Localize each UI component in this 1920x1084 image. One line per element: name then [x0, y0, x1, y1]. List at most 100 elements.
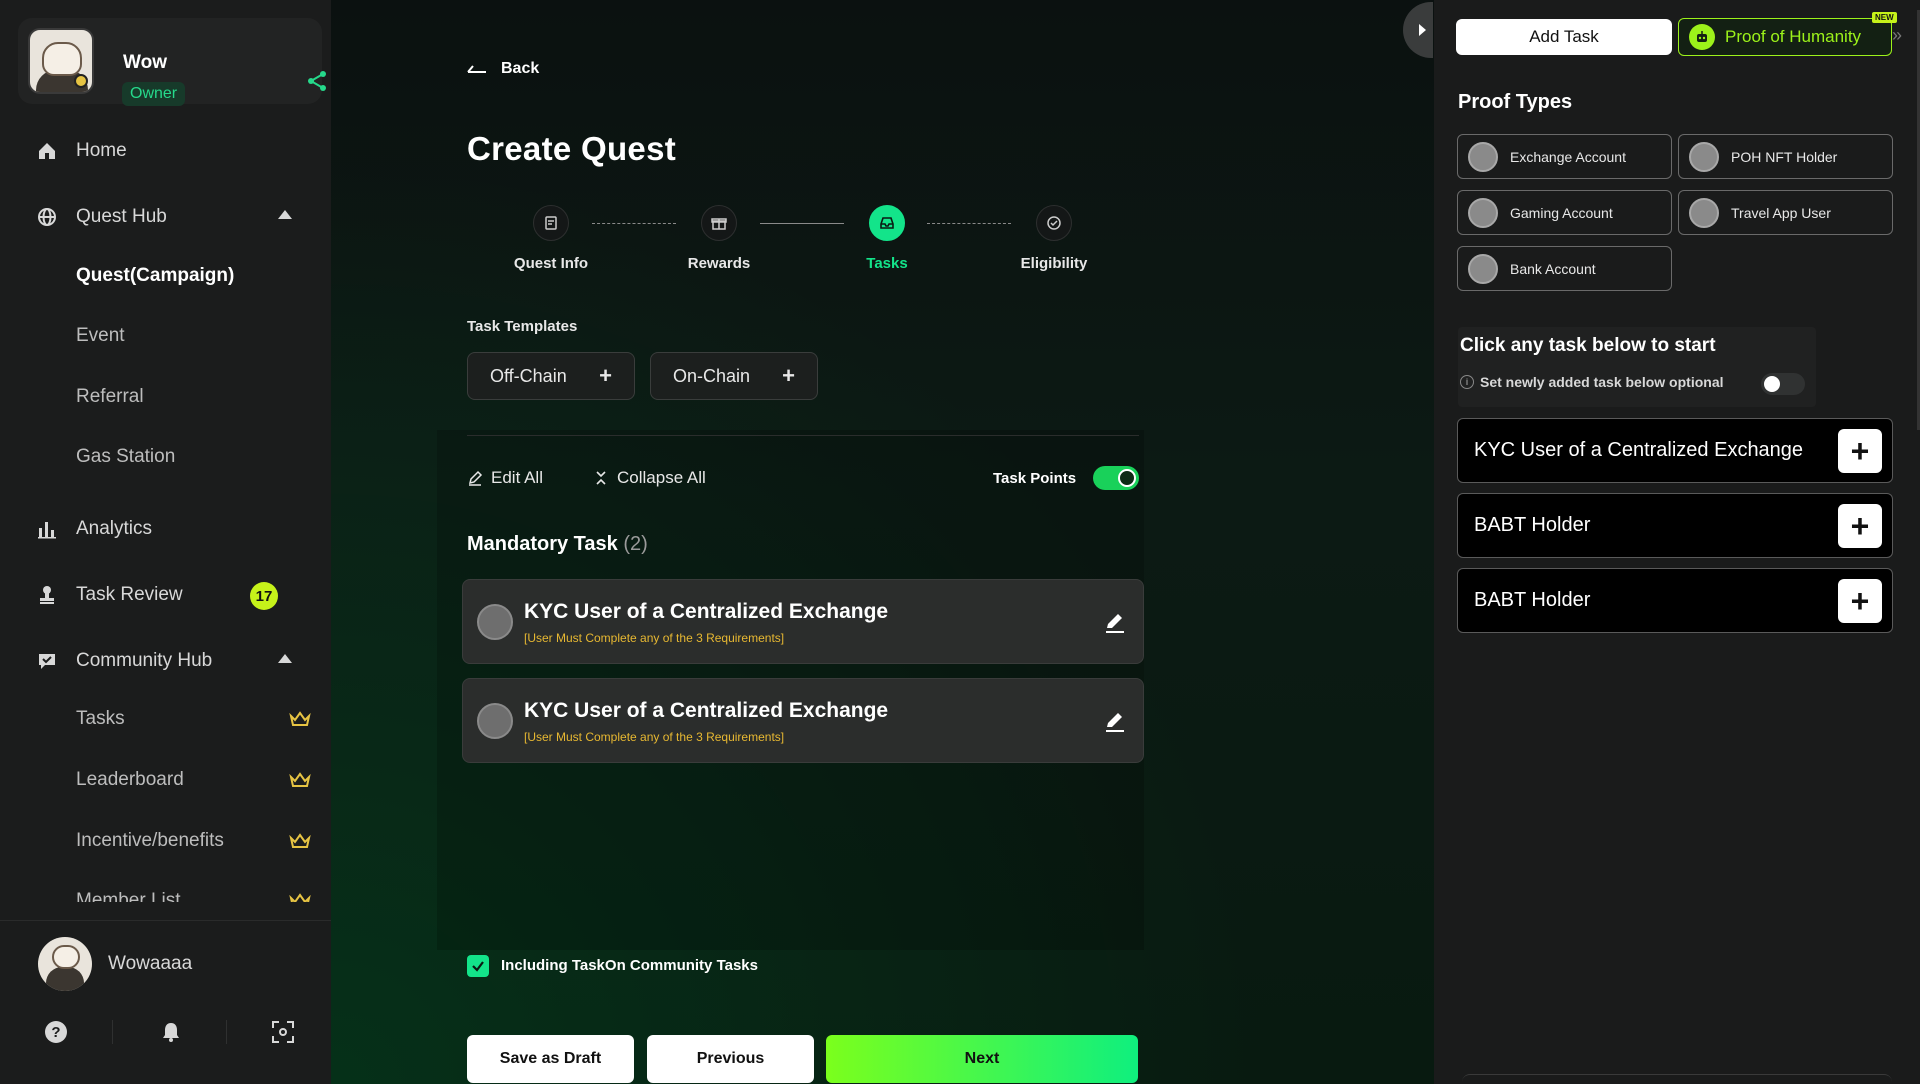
- pencil-icon[interactable]: [1103, 709, 1127, 733]
- task-templates-label: Task Templates: [467, 318, 578, 335]
- nav-event[interactable]: Event: [76, 325, 125, 347]
- tab-proof-of-humanity[interactable]: Proof of Humanity: [1678, 18, 1892, 56]
- proof-type-label: Gaming Account: [1510, 204, 1613, 221]
- plus-icon[interactable]: +: [1838, 504, 1882, 548]
- on-chain-button[interactable]: On-Chain +: [650, 352, 818, 400]
- share-icon[interactable]: [306, 70, 328, 92]
- proof-type-label: Bank Account: [1510, 260, 1596, 277]
- chevron-up-icon[interactable]: [278, 210, 292, 219]
- step-label: Tasks: [866, 255, 908, 272]
- nav-community-hub[interactable]: Community Hub: [36, 650, 212, 672]
- nav-quest-campaign[interactable]: Quest(Campaign): [76, 265, 234, 287]
- plus-icon[interactable]: +: [1838, 429, 1882, 473]
- task-card[interactable]: KYC User of a Centralized Exchange [User…: [462, 579, 1144, 664]
- task-option-card[interactable]: BABT Holder +: [1457, 568, 1893, 633]
- chevron-up-icon[interactable]: [278, 654, 292, 663]
- optional-label: Set newly added task below optional: [1480, 374, 1724, 390]
- task-radio[interactable]: [477, 703, 513, 739]
- sidebar-divider: [0, 920, 331, 921]
- page-title: Create Quest: [467, 130, 677, 167]
- nav-quest-hub-label: Quest Hub: [76, 206, 167, 227]
- nav-incentive[interactable]: Incentive/benefits: [76, 830, 224, 852]
- collapse-all-button[interactable]: Collapse All: [593, 468, 706, 488]
- include-community-label: Including TaskOn Community Tasks: [501, 957, 758, 974]
- user-name: Wowaaaa: [108, 953, 193, 974]
- step-tasks[interactable]: Tasks: [827, 205, 947, 272]
- divider: [467, 435, 1139, 436]
- save-draft-button[interactable]: Save as Draft: [467, 1035, 634, 1083]
- proof-type-chip[interactable]: Gaming Account: [1457, 190, 1672, 235]
- double-chevron-right-icon[interactable]: »: [1892, 25, 1902, 46]
- step-quest-info[interactable]: Quest Info: [491, 205, 611, 272]
- proof-type-label: POH NFT Holder: [1731, 148, 1838, 165]
- nav-gas-station[interactable]: Gas Station: [76, 446, 175, 468]
- off-chain-label: Off-Chain: [490, 365, 567, 386]
- document-icon: [533, 205, 569, 241]
- nav-quest-hub[interactable]: Quest Hub: [36, 206, 167, 228]
- nav-analytics-label: Analytics: [76, 518, 153, 539]
- robot-icon: [1689, 24, 1715, 50]
- proof-types-title: Proof Types: [1458, 91, 1573, 113]
- back-link[interactable]: Back: [467, 60, 539, 78]
- step-eligibility[interactable]: Eligibility: [994, 205, 1114, 272]
- step-label: Quest Info: [513, 255, 589, 272]
- task-radio[interactable]: [477, 604, 513, 640]
- bar-chart-icon: [36, 518, 58, 540]
- profile-card[interactable]: Wow Owner: [18, 18, 326, 106]
- collapse-icon: [596, 471, 606, 485]
- member-list-clip: Member List: [0, 888, 331, 902]
- crown-icon: [289, 711, 311, 726]
- off-chain-button[interactable]: Off-Chain +: [467, 352, 635, 400]
- include-community-checkbox[interactable]: [467, 955, 489, 977]
- scan-icon[interactable]: [271, 1020, 295, 1044]
- tab-add-task[interactable]: Add Task: [1456, 19, 1672, 55]
- proof-type-label: Exchange Account: [1510, 148, 1626, 165]
- task-subtitle: [User Must Complete any of the 3 Require…: [524, 730, 785, 744]
- plus-icon[interactable]: +: [1838, 579, 1882, 623]
- nav-member-list[interactable]: Member List: [76, 890, 181, 902]
- proof-type-chip[interactable]: Travel App User: [1678, 190, 1893, 235]
- edit-all-button[interactable]: Edit All: [467, 468, 543, 488]
- previous-button[interactable]: Previous: [647, 1035, 814, 1083]
- role-badge: Owner: [122, 82, 186, 106]
- nav-task-review[interactable]: Task Review: [36, 584, 183, 606]
- next-button[interactable]: Next: [826, 1035, 1138, 1083]
- task-points-label: Task Points: [993, 470, 1077, 487]
- mandatory-title-text: Mandatory Task: [467, 533, 618, 555]
- proof-type-chip[interactable]: Exchange Account: [1457, 134, 1672, 179]
- info-icon: i: [1460, 375, 1474, 389]
- proof-type-chip[interactable]: POH NFT Holder: [1678, 134, 1893, 179]
- panel-footer-edge: [1462, 1074, 1892, 1084]
- radio-icon: [1468, 141, 1498, 172]
- nav-task-review-label: Task Review: [76, 584, 183, 605]
- poh-label: Proof of Humanity: [1725, 27, 1862, 46]
- user-avatar[interactable]: [38, 937, 92, 991]
- bell-icon[interactable]: [159, 1020, 183, 1044]
- globe-icon: [36, 206, 58, 228]
- crown-icon: [289, 833, 311, 848]
- task-card[interactable]: KYC User of a Centralized Exchange [User…: [462, 678, 1144, 763]
- plus-icon: +: [782, 363, 795, 388]
- divider: [226, 1020, 227, 1044]
- on-chain-label: On-Chain: [673, 365, 751, 386]
- nav-leaderboard[interactable]: Leaderboard: [76, 769, 184, 791]
- nav-referral[interactable]: Referral: [76, 386, 144, 408]
- nav-tasks[interactable]: Tasks: [76, 708, 125, 730]
- triangle-right-icon: [1419, 24, 1426, 36]
- radio-icon: [1689, 197, 1719, 228]
- nav-analytics[interactable]: Analytics: [36, 518, 152, 540]
- optional-toggle[interactable]: [1761, 373, 1805, 395]
- nav-home[interactable]: Home: [36, 140, 127, 162]
- community-avatar: [28, 28, 94, 94]
- step-label: Eligibility: [1020, 255, 1088, 272]
- task-title: KYC User of a Centralized Exchange: [524, 600, 889, 623]
- task-option-card[interactable]: KYC User of a Centralized Exchange +: [1457, 418, 1893, 483]
- help-icon[interactable]: ?: [44, 1020, 68, 1044]
- proof-type-chip[interactable]: Bank Account: [1457, 246, 1672, 291]
- crown-icon: [289, 893, 311, 902]
- task-option-card[interactable]: BABT Holder +: [1457, 493, 1893, 558]
- step-label: Rewards: [687, 255, 751, 272]
- step-rewards[interactable]: Rewards: [659, 205, 779, 272]
- pencil-icon[interactable]: [1103, 610, 1127, 634]
- task-points-toggle[interactable]: [1093, 466, 1139, 490]
